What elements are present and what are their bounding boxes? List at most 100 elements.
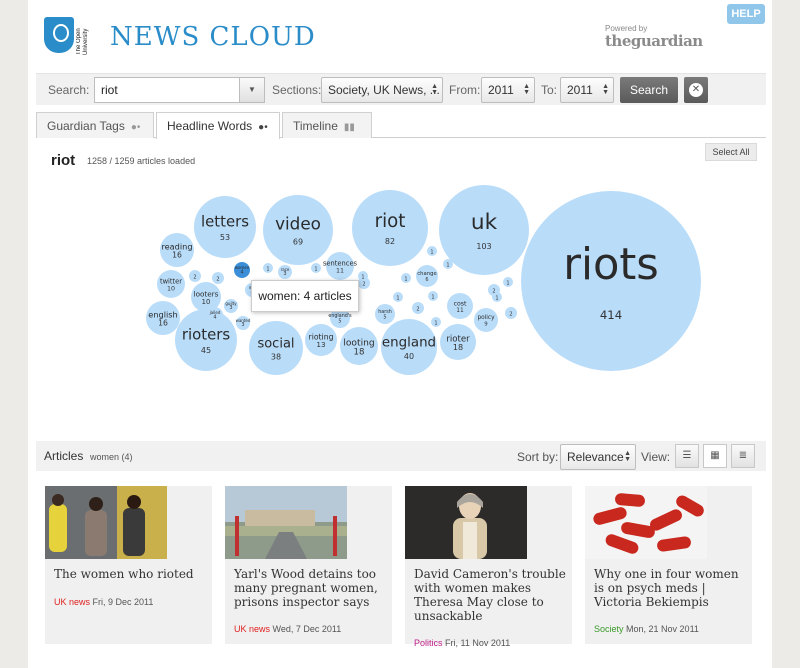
bubble-count: 414: [600, 308, 622, 322]
article-date: Mon, 21 Nov 2011: [626, 624, 699, 634]
bubble-count: 40: [404, 352, 414, 361]
bubble-count: 53: [220, 233, 230, 242]
word-bubble[interactable]: uk 103: [439, 185, 529, 275]
articles-filter: women (4): [90, 452, 133, 462]
word-bubble[interactable]: 1: [443, 259, 453, 269]
word-bubble[interactable]: rioter18: [440, 324, 476, 360]
word-bubble[interactable]: rioters 45: [175, 309, 237, 371]
bubble-count: 2: [362, 282, 365, 288]
word-bubble[interactable]: women4: [234, 262, 250, 278]
word-bubble[interactable]: riot 82: [352, 190, 428, 266]
word-bubble[interactable]: jailed4: [207, 307, 223, 323]
bubble-count: 13: [316, 340, 325, 349]
bubble-count: 3: [283, 271, 286, 277]
article-meta: Society Mon, 21 Nov 2011: [594, 624, 699, 634]
article-thumbnail[interactable]: [585, 486, 707, 559]
article-date: Wed, 7 Dec 2011: [272, 624, 342, 634]
word-bubble[interactable]: riots 414: [521, 191, 701, 371]
article-meta: Politics Fri, 11 Nov 2011: [414, 638, 510, 648]
bubble-word: video: [275, 213, 321, 233]
word-bubble[interactable]: 2: [189, 270, 201, 282]
word-bubble[interactable]: video 69: [263, 195, 333, 265]
bubble-count: 18: [354, 348, 365, 358]
article-section[interactable]: Society: [594, 624, 624, 634]
word-bubble[interactable]: letters 53: [194, 196, 256, 258]
article-meta: UK news Fri, 9 Dec 2011: [54, 597, 153, 607]
word-bubble[interactable]: 1: [492, 292, 502, 302]
word-bubble[interactable]: 1: [401, 273, 411, 283]
articles-toolbar: Articles women (4) Sort by: Relevance ▲ ▼…: [36, 441, 766, 471]
word-bubble[interactable]: race3: [278, 265, 292, 279]
bubble-count: 5: [383, 315, 386, 321]
bubble-count: 82: [385, 237, 395, 246]
article-section[interactable]: UK news: [234, 624, 270, 634]
bubble-word: uk: [471, 210, 498, 235]
article-section[interactable]: Politics: [414, 638, 443, 648]
bubble-count: 3: [229, 305, 232, 311]
article-card[interactable]: David Cameron's trouble with women makes…: [405, 486, 572, 648]
bubble-count: 16: [172, 251, 182, 260]
sort-select[interactable]: Relevance ▲ ▼: [560, 444, 636, 470]
bubble-word: policy: [477, 315, 495, 321]
article-section[interactable]: UK news: [54, 597, 90, 607]
bubble-word: letters: [201, 212, 249, 230]
word-bubble[interactable]: sentences11: [323, 252, 358, 280]
article-headline[interactable]: The women who rioted: [54, 567, 206, 581]
word-bubble[interactable]: policy9: [474, 308, 498, 332]
bubble-count: 10: [202, 298, 211, 306]
grid-icon: ▦: [710, 450, 720, 461]
word-bubble[interactable]: 1: [311, 263, 321, 273]
word-bubble[interactable]: rioting13: [305, 324, 337, 356]
bubble-count: 1: [404, 276, 407, 282]
word-bubble[interactable]: 1: [263, 263, 273, 273]
page: The Open University NEWS CLOUD Powered b…: [28, 0, 772, 668]
word-bubble[interactable]: twitter10: [157, 270, 185, 298]
bubble-count: 3: [241, 322, 244, 328]
bubble-count: 69: [293, 238, 303, 247]
word-bubble[interactable]: 1: [358, 271, 368, 281]
word-bubble[interactable]: harsh5: [375, 304, 395, 324]
bubble-count: 45: [201, 346, 211, 355]
word-bubble[interactable]: 2: [212, 272, 224, 284]
bubble-count: 1: [430, 249, 433, 255]
compact-view-button[interactable]: ≣: [731, 444, 755, 468]
bubble-tooltip: women: 4 articles: [251, 280, 359, 312]
word-bubble[interactable]: england 40: [381, 319, 437, 375]
word-bubble[interactable]: 2: [412, 302, 424, 314]
word-bubble[interactable]: looting18: [340, 327, 378, 365]
bubble-count: 1: [495, 295, 498, 301]
word-bubble[interactable]: social38: [249, 321, 303, 375]
article-headline[interactable]: Why one in four women is on psych meds |…: [594, 567, 746, 609]
bubble-count: 1: [431, 294, 434, 300]
word-bubble[interactable]: 1: [503, 277, 513, 287]
bubble-word: england: [382, 335, 436, 350]
word-bubble[interactable]: english16: [146, 301, 180, 335]
article-thumbnail[interactable]: [405, 486, 527, 559]
sort-label: Sort by:: [517, 450, 559, 464]
article-card[interactable]: Why one in four women is on psych meds |…: [585, 486, 752, 644]
word-bubble[interactable]: 1: [427, 246, 437, 256]
article-thumbnail[interactable]: [225, 486, 347, 559]
word-bubble[interactable]: guilty3: [224, 299, 238, 313]
bubble-count: 103: [476, 242, 491, 251]
word-bubble[interactable]: wanted3: [236, 316, 251, 330]
article-thumbnail[interactable]: [45, 486, 167, 559]
article-card[interactable]: The women who rioted UK news Fri, 9 Dec …: [45, 486, 212, 644]
bubble-word: social: [257, 336, 294, 351]
bubble-count: 9: [484, 321, 488, 327]
word-bubble[interactable]: cost11: [447, 293, 473, 319]
word-bubble[interactable]: 1: [428, 291, 438, 301]
article-card[interactable]: Yarl's Wood detains too many pregnant wo…: [225, 486, 392, 644]
bubble-count: 11: [456, 308, 464, 314]
list-view-button[interactable]: ☰: [675, 444, 699, 468]
article-headline[interactable]: Yarl's Wood detains too many pregnant wo…: [234, 567, 386, 609]
word-bubble[interactable]: 1: [431, 317, 441, 327]
word-bubble[interactable]: reading16: [160, 233, 194, 267]
word-bubble[interactable]: 2: [505, 307, 517, 319]
word-bubble[interactable]: 1: [393, 292, 403, 302]
word-bubble[interactable]: change6: [416, 265, 438, 287]
sort-value: Relevance: [567, 450, 624, 464]
grid-view-button[interactable]: ▦: [703, 444, 727, 468]
article-headline[interactable]: David Cameron's trouble with women makes…: [414, 567, 566, 623]
article-date: Fri, 11 Nov 2011: [445, 638, 511, 648]
